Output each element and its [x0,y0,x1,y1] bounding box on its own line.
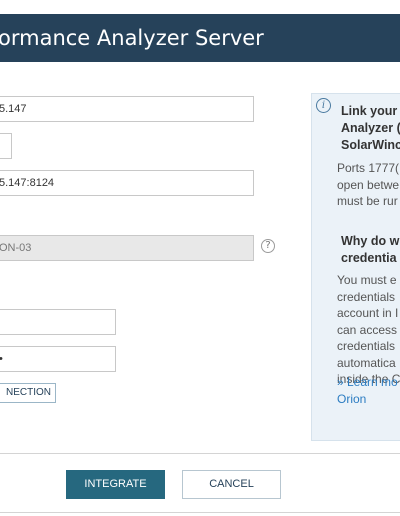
server-name-field: ON-03 [0,235,254,261]
ports-text-line: open betwe [337,177,400,192]
credentials-text-line: can access [337,322,398,337]
credentials-text-line: account in I [337,306,399,320]
bottom-divider [0,512,400,513]
help-icon[interactable]: ? [261,239,275,253]
why-heading-line: credentia [341,251,397,265]
credentials-text: You must e credentials account in I can … [337,272,400,388]
info-icon: i [316,98,331,113]
cancel-button[interactable]: CANCEL [182,470,281,499]
ports-text-line: must be rur [337,194,398,208]
dialog-header: ormance Analyzer Server [0,14,400,62]
url-input[interactable]: 5.147:8124 [0,170,254,196]
port-input[interactable] [0,133,12,159]
credentials-text-line: credentials [337,289,396,304]
username-input[interactable] [0,309,116,335]
info-heading-line: SolarWinc [341,138,400,152]
credentials-text-line: You must e [337,273,397,287]
why-heading-line: Why do w [341,234,400,248]
test-connection-button[interactable]: NECTION [0,383,56,403]
info-heading-line: Link your [341,104,398,118]
ports-text-line: Ports 1777( [337,161,400,175]
learn-more-line[interactable]: Orion [337,391,400,408]
learn-more-line[interactable]: » Learn mo [337,374,400,391]
why-heading: Why do w credentia [341,233,400,267]
info-heading: Link your Analyzer ( SolarWinc [341,103,400,154]
integrate-button[interactable]: INTEGRATE [66,470,165,499]
credentials-text-line: automatica [337,355,396,370]
info-heading-line: Analyzer ( [341,121,400,135]
info-panel: i Link your Analyzer ( SolarWinc Ports 1… [311,93,400,441]
host-input[interactable]: 5.147 [0,96,254,122]
footer-divider [0,453,400,454]
ports-text: Ports 1777( open betwe must be rur [337,160,400,210]
password-input[interactable]: • [0,346,116,372]
learn-more-link[interactable]: » Learn mo Orion [337,374,400,408]
credentials-text-line: credentials [337,339,396,353]
dialog-title: ormance Analyzer Server [0,26,264,50]
